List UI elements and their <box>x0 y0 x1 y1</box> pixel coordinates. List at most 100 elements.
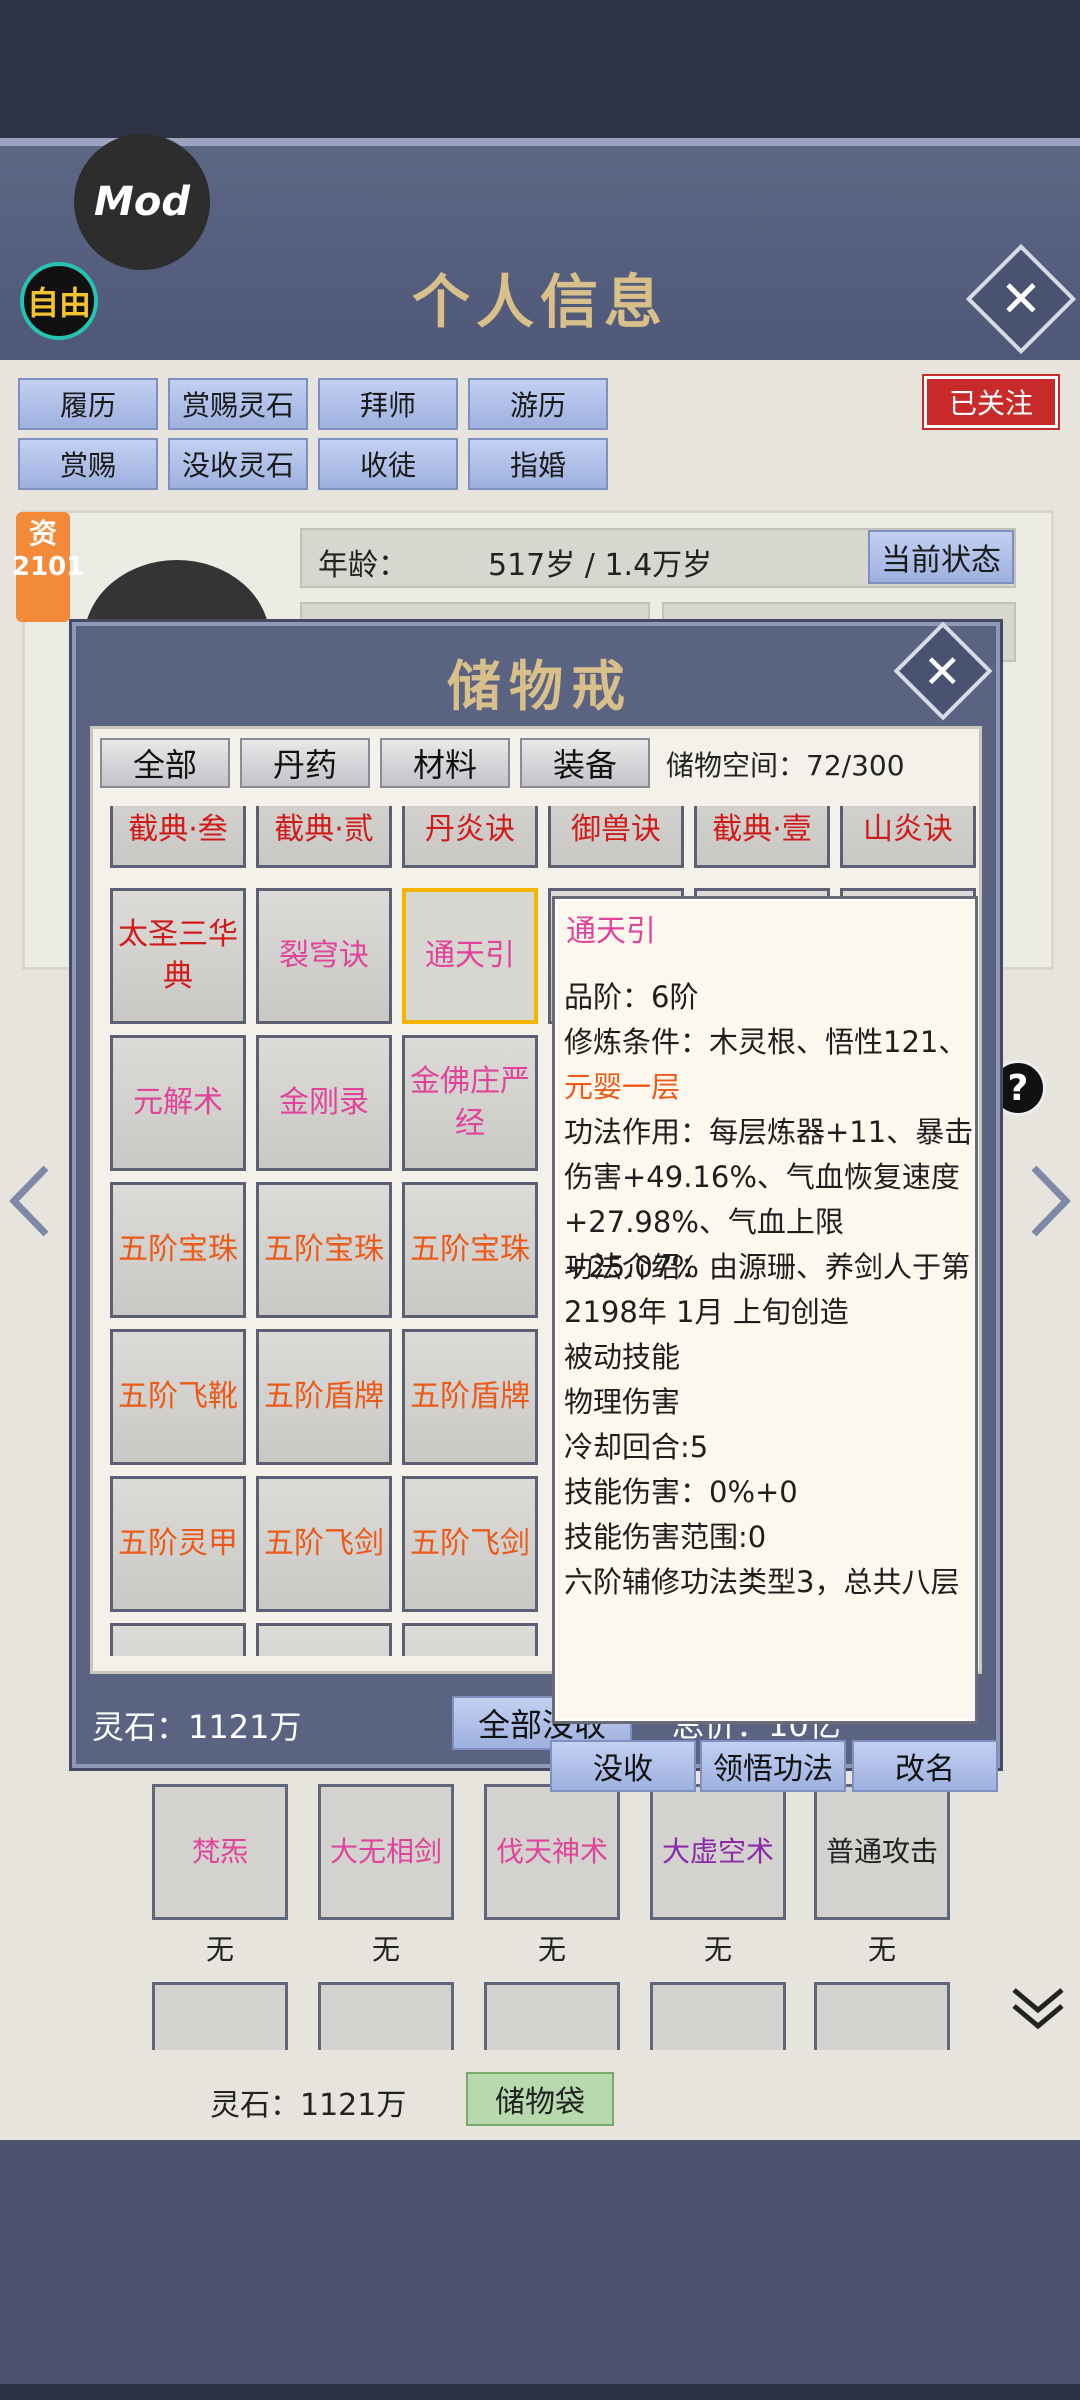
item-cell[interactable]: 五阶宝珠 <box>402 1182 538 1318</box>
item-name: 五阶宝珠 <box>264 1232 384 1267</box>
rename-button[interactable]: 改名 <box>852 1740 998 1792</box>
ring-spirit-stones: 灵石：1121万 <box>92 1708 302 1746</box>
item-name: 元解术 <box>133 1085 223 1120</box>
reward-button[interactable]: 赏赐 <box>18 438 158 490</box>
tooltip-confiscate-button[interactable]: 没收 <box>550 1740 696 1792</box>
item-name: 金刚录 <box>279 1085 369 1120</box>
item-name: 金佛庄严经 <box>410 1064 530 1141</box>
empty-slot[interactable] <box>152 1982 288 2050</box>
skill-slot-4[interactable]: 大虚空术 <box>650 1784 786 1920</box>
history-button[interactable]: 履历 <box>18 378 158 430</box>
item-name: 五阶灵甲 <box>118 1526 238 1561</box>
item-name: 五阶盾牌 <box>410 1379 530 1414</box>
skill-slot-1[interactable]: 梵炁 <box>152 1784 288 1920</box>
item-name: 太圣三华典 <box>118 917 238 994</box>
item-cell[interactable]: 五阶飞剑 <box>256 1476 392 1612</box>
item-cell[interactable]: 五阶飞靴 <box>110 1329 246 1465</box>
category-tab-materials[interactable]: 材料 <box>380 738 510 788</box>
item-cell[interactable]: 五阶宝珠 <box>110 1182 246 1318</box>
storage-bag-button[interactable]: 储物袋 <box>466 2072 614 2126</box>
empty-slot[interactable] <box>484 1982 620 2050</box>
item-cell[interactable]: 截典·壹 <box>694 806 830 868</box>
item-name: 五阶盾牌 <box>264 1379 384 1414</box>
tooltip-passive: 被动技能 <box>564 1340 681 1374</box>
item-cell[interactable] <box>110 1623 246 1656</box>
item-cell[interactable]: 五阶盾牌 <box>256 1329 392 1465</box>
skill-slot-3[interactable]: 伐天神术 <box>484 1784 620 1920</box>
page-title: 个人信息 <box>411 268 668 336</box>
item-name: 截典·壹 <box>712 812 812 847</box>
item-name: 五阶飞剑 <box>410 1526 530 1561</box>
empty-slot[interactable] <box>814 1982 950 2050</box>
top-status-area <box>0 0 1080 140</box>
category-tab-pills[interactable]: 丹药 <box>240 738 370 788</box>
item-name: 通天引 <box>425 938 515 973</box>
expand-down-icon[interactable] <box>1010 1984 1066 2034</box>
reward-stones-button[interactable]: 赏赐灵石 <box>168 378 308 430</box>
current-status-button[interactable]: 当前状态 <box>868 530 1014 584</box>
tooltip-damage-type: 物理伤害 <box>564 1385 681 1419</box>
tooltip-requirement: 修炼条件：木灵根、悟性121、元婴一层 <box>564 1020 974 1110</box>
item-name: 山炎诀 <box>863 812 953 847</box>
item-name: 裂穹诀 <box>279 938 369 973</box>
skill-name: 大无相剑 <box>329 1835 442 1868</box>
skill-name: 普通攻击 <box>825 1835 938 1868</box>
item-cell[interactable]: 元解术 <box>110 1035 246 1171</box>
comprehend-skill-button[interactable]: 领悟功法 <box>700 1740 846 1792</box>
tooltip-grade: 品阶：6阶 <box>564 980 699 1014</box>
item-cell[interactable]: 御兽诀 <box>548 806 684 868</box>
ring-title: 储物戒 <box>447 654 633 718</box>
item-cell[interactable]: 截典·贰 <box>256 806 392 868</box>
skill-level-2: 无 <box>371 1933 400 1966</box>
item-cell[interactable]: 五阶宝珠 <box>256 1182 392 1318</box>
tooltip-skill-range: 技能伤害范围:0 <box>564 1520 767 1554</box>
skill-name: 梵炁 <box>191 1835 248 1868</box>
skill-slot-5[interactable]: 普通攻击 <box>814 1784 950 1920</box>
followed-badge[interactable]: 已关注 <box>922 374 1060 430</box>
next-arrow-icon[interactable] <box>1028 1164 1072 1238</box>
free-mode-button[interactable]: 自由 <box>20 262 98 340</box>
category-tab-equipment[interactable]: 装备 <box>520 738 650 788</box>
item-name: 截典·叁 <box>128 812 228 847</box>
item-cell[interactable]: 五阶盾牌 <box>402 1329 538 1465</box>
mod-button[interactable]: Mod <box>74 134 210 270</box>
storage-capacity: 储物空间：72/300 <box>666 749 905 782</box>
item-cell[interactable]: 金佛庄严经 <box>402 1035 538 1171</box>
item-cell[interactable] <box>402 1623 538 1656</box>
skill-level-3: 无 <box>537 1933 566 1966</box>
spirit-stone-count: 灵石：1121万 <box>210 2088 407 2123</box>
tooltip-category: 六阶辅修功法类型3，总共八层 <box>564 1565 960 1599</box>
tooltip-intro: 功法介绍：由源珊、养剑人于第2198年 1月 上旬创造 <box>564 1250 971 1329</box>
item-cell[interactable]: 丹炎诀 <box>402 806 538 868</box>
bottom-band <box>0 2140 1080 2400</box>
take-disciple-button[interactable]: 收徒 <box>318 438 458 490</box>
item-cell[interactable] <box>256 1623 392 1656</box>
marriage-button[interactable]: 指婚 <box>468 438 608 490</box>
category-tab-all[interactable]: 全部 <box>100 738 230 788</box>
empty-slot[interactable] <box>650 1982 786 2050</box>
item-cell[interactable]: 山炎诀 <box>840 806 976 868</box>
age-value: 517岁 / 1.4万岁 <box>488 548 713 583</box>
item-cell[interactable]: 五阶飞剑 <box>402 1476 538 1612</box>
apprentice-button[interactable]: 拜师 <box>318 378 458 430</box>
skill-name: 伐天神术 <box>495 1835 608 1868</box>
skill-slot-2[interactable]: 大无相剑 <box>318 1784 454 1920</box>
confiscate-stones-button[interactable]: 没收灵石 <box>168 438 308 490</box>
aptitude-label: 资 <box>28 517 57 550</box>
close-icon: ✕ <box>923 644 962 699</box>
requirement-highlight: 元婴一层 <box>564 1070 681 1104</box>
bottom-border <box>0 2384 1080 2400</box>
item-cell[interactable]: 金刚录 <box>256 1035 392 1171</box>
item-cell[interactable]: 裂穹诀 <box>256 888 392 1024</box>
item-cell-selected[interactable]: 通天引 <box>402 888 538 1024</box>
item-cell[interactable]: 五阶灵甲 <box>110 1476 246 1612</box>
item-name: 五阶飞靴 <box>118 1379 238 1414</box>
tooltip-cooldown: 冷却回合:5 <box>564 1430 709 1464</box>
item-name: 截典·贰 <box>274 812 374 847</box>
prev-arrow-icon[interactable] <box>8 1164 52 1238</box>
item-cell[interactable]: 截典·叁 <box>110 806 246 868</box>
empty-slot[interactable] <box>318 1982 454 2050</box>
tooltip-skill-damage: 技能伤害：0%+0 <box>564 1475 798 1509</box>
item-cell[interactable]: 太圣三华典 <box>110 888 246 1024</box>
travel-button[interactable]: 游历 <box>468 378 608 430</box>
